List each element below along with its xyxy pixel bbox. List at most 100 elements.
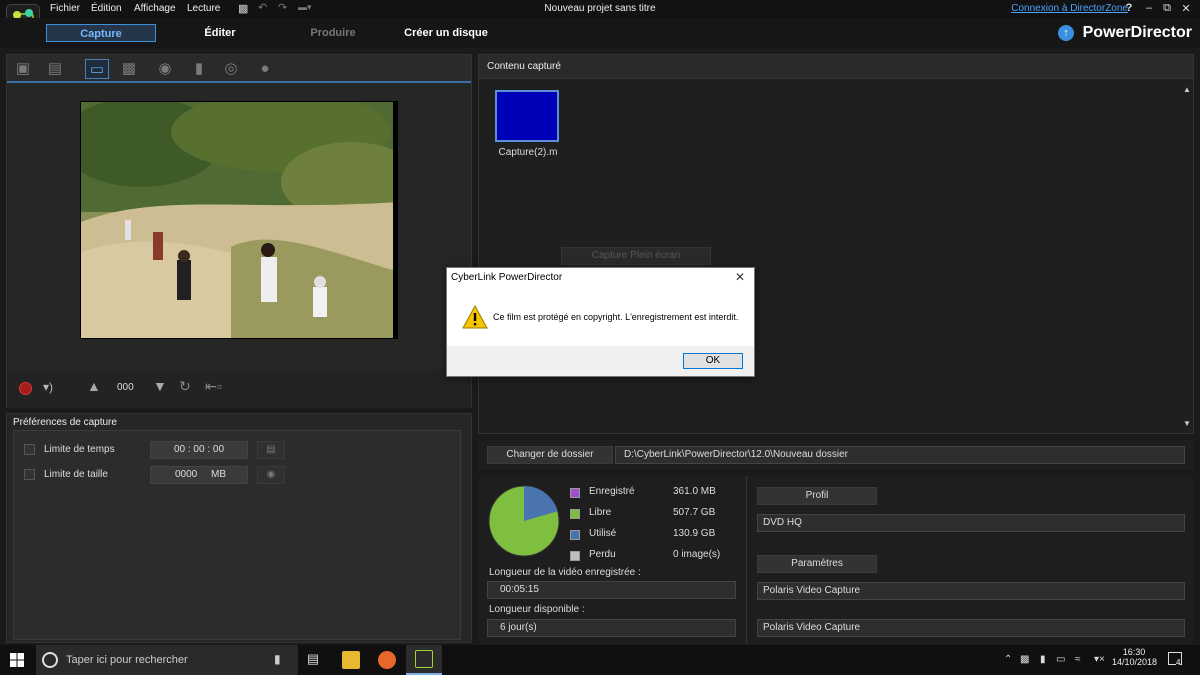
menu-edit[interactable]: Édition bbox=[91, 3, 122, 14]
captured-clip-thumbnail[interactable] bbox=[495, 90, 559, 142]
ok-button[interactable]: OK bbox=[683, 353, 743, 369]
capture-controls: ▾) ▲ 000 ▼ ↻ ⇤▫ bbox=[7, 370, 471, 408]
size-limit-value: 0000 bbox=[175, 469, 198, 480]
powerdirector-task[interactable] bbox=[406, 645, 442, 675]
search-placeholder: Taper ici pour rechercher bbox=[66, 654, 188, 666]
digital-tv-icon[interactable]: ▩ bbox=[117, 59, 141, 79]
notifications-icon[interactable]: 4 bbox=[1168, 652, 1182, 667]
file-explorer-icon[interactable] bbox=[342, 651, 360, 669]
menu-view[interactable]: Affichage bbox=[134, 3, 176, 14]
firefox-icon[interactable] bbox=[378, 651, 396, 669]
free-swatch bbox=[570, 509, 580, 519]
tab-capture[interactable]: Capture bbox=[46, 24, 156, 42]
content-header: Contenu capturé bbox=[479, 55, 1193, 79]
recorded-length-field: 00:05:15 bbox=[487, 581, 736, 599]
directorzone-link[interactable]: Connexion à DirectorZone bbox=[1011, 3, 1128, 14]
camera-icon[interactable]: ◉ bbox=[257, 466, 285, 484]
dv-camcorder-icon[interactable]: ▣ bbox=[11, 59, 35, 79]
taskbar: Taper ici pour rechercher ▮ ▤ ⌃ ▩ ▮ ▭ ≈ … bbox=[0, 645, 1200, 675]
undo-icon[interactable]: ↶ bbox=[258, 1, 267, 14]
clock-time: 16:30 bbox=[1122, 647, 1146, 657]
tray-chevron-icon[interactable]: ⌃ bbox=[1004, 654, 1012, 665]
audio-device-field[interactable]: Polaris Video Capture bbox=[757, 619, 1185, 637]
dialog-title: CyberLink PowerDirector bbox=[451, 272, 563, 283]
notification-count: 4 bbox=[1176, 658, 1181, 667]
used-swatch bbox=[570, 530, 580, 540]
clock[interactable]: 16:30 14/10/2018 bbox=[1112, 647, 1158, 667]
profile-button[interactable]: Profil bbox=[757, 487, 877, 505]
legend-used-label: Utilisé bbox=[589, 528, 617, 539]
size-limit-label: Limite de taille bbox=[44, 469, 108, 480]
legend-lost-label: Perdu bbox=[589, 549, 616, 560]
warning-icon bbox=[462, 305, 488, 329]
cd-icon[interactable]: ◎ bbox=[219, 59, 243, 79]
tv-icon[interactable]: ▭ bbox=[85, 59, 109, 79]
clock-date: 14/10/2018 bbox=[1112, 657, 1158, 667]
copyright-alert-dialog: CyberLink PowerDirector ✕ Ce film est pr… bbox=[446, 267, 755, 377]
fullscreen-capture-button[interactable]: Capture Plein écran bbox=[561, 247, 711, 265]
minimize-icon[interactable]: – bbox=[1141, 2, 1157, 14]
brand-name: PowerDirector bbox=[1082, 24, 1192, 41]
redo-icon[interactable]: ↷ bbox=[278, 1, 287, 14]
tray-usb-icon[interactable]: ▮ bbox=[1040, 654, 1046, 665]
time-limit-field[interactable]: 00 : 00 : 00 bbox=[150, 441, 248, 459]
refresh-icon[interactable]: ↻ bbox=[179, 378, 191, 395]
scroll-up-icon[interactable]: ▲ bbox=[1183, 85, 1191, 94]
video-device-field[interactable]: Polaris Video Capture bbox=[757, 582, 1185, 600]
folder-path-field[interactable]: D:\CyberLink\PowerDirector\12.0\Nouveau … bbox=[615, 446, 1185, 464]
size-limit-field[interactable]: 0000 MB bbox=[150, 466, 248, 484]
video-preview-area bbox=[7, 85, 471, 365]
change-folder-button[interactable]: Changer de dossier bbox=[487, 446, 613, 464]
time-limit-label: Limite de temps bbox=[44, 444, 115, 455]
content-title: Contenu capturé bbox=[487, 61, 561, 72]
microphone-icon[interactable]: ▮ bbox=[187, 59, 211, 79]
channel-up-icon[interactable]: ▲ bbox=[87, 378, 101, 394]
time-limit-checkbox[interactable] bbox=[24, 444, 35, 455]
capture-preferences-panel: Préférences de capture Limite de temps 0… bbox=[6, 413, 472, 643]
tab-edit[interactable]: Éditer bbox=[190, 24, 250, 42]
update-arrow-icon[interactable]: ↑ bbox=[1058, 25, 1074, 41]
wifi-icon[interactable]: ≈ bbox=[1075, 654, 1081, 665]
content-scrollbar[interactable]: ▲ ▼ bbox=[1181, 81, 1193, 433]
layout-icon[interactable]: ▬▾ bbox=[298, 2, 312, 13]
menu-bar: Nouveau projet sans titre Fichier Éditio… bbox=[0, 0, 1200, 18]
camcorder-icon[interactable]: ● bbox=[253, 59, 277, 79]
scroll-down-icon[interactable]: ▼ bbox=[1183, 419, 1191, 428]
volume-icon[interactable]: ▾) bbox=[43, 380, 53, 394]
help-button[interactable]: ? bbox=[1121, 2, 1137, 14]
restore-icon[interactable]: ⧉ bbox=[1159, 2, 1175, 15]
task-view-icon[interactable]: ▤ bbox=[304, 651, 322, 669]
video-frame-image bbox=[81, 102, 397, 338]
microphone-icon[interactable]: ▮ bbox=[274, 652, 281, 666]
mode-bar: Capture Éditer Produire Créer un disque … bbox=[0, 18, 1200, 48]
legend-free-value: 507.7 GB bbox=[673, 507, 716, 518]
save-icon[interactable]: ▩ bbox=[238, 2, 248, 15]
lost-swatch bbox=[570, 551, 580, 561]
tab-produce[interactable]: Produire bbox=[303, 24, 363, 42]
size-limit-checkbox[interactable] bbox=[24, 469, 35, 480]
tray-battery-icon[interactable]: ▭ bbox=[1056, 654, 1065, 665]
legend-used-value: 130.9 GB bbox=[673, 528, 716, 539]
close-icon[interactable]: ✕ bbox=[1178, 2, 1194, 15]
panel-divider bbox=[746, 476, 747, 644]
menu-file[interactable]: Fichier bbox=[50, 3, 80, 14]
taskbar-search[interactable]: Taper ici pour rechercher ▮ bbox=[36, 645, 298, 675]
calendar-icon[interactable]: ▤ bbox=[257, 441, 285, 459]
channel-down-icon[interactable]: ▼ bbox=[153, 378, 167, 394]
capture-preview-pane: ▣ ▤ ▭ ▩ ◉ ▮ ◎ ● ▾) ▲ 000 ▼ ↻ ⇤▫ bbox=[6, 54, 472, 408]
dialog-close-icon[interactable]: ✕ bbox=[735, 270, 745, 284]
parameters-button[interactable]: Paramètres bbox=[757, 555, 877, 573]
legend-recorded-label: Enregistré bbox=[589, 486, 635, 497]
webcam-icon[interactable]: ◉ bbox=[153, 59, 177, 79]
tray-app-icon[interactable]: ▩ bbox=[1020, 654, 1029, 665]
speaker-muted-icon[interactable]: ▾× bbox=[1094, 654, 1105, 665]
menu-playback[interactable]: Lecture bbox=[187, 3, 220, 14]
profile-field[interactable]: DVD HQ bbox=[757, 514, 1185, 532]
record-button[interactable] bbox=[19, 382, 32, 395]
hdv-camcorder-icon[interactable]: ▤ bbox=[43, 59, 67, 79]
recorded-swatch bbox=[570, 488, 580, 498]
input-source-icon[interactable]: ⇤▫ bbox=[205, 378, 222, 395]
windows-start-icon[interactable] bbox=[10, 653, 24, 667]
tab-create-disc[interactable]: Créer un disque bbox=[403, 24, 489, 42]
preferences-box: Limite de temps 00 : 00 : 00 ▤ Limite de… bbox=[13, 430, 461, 640]
